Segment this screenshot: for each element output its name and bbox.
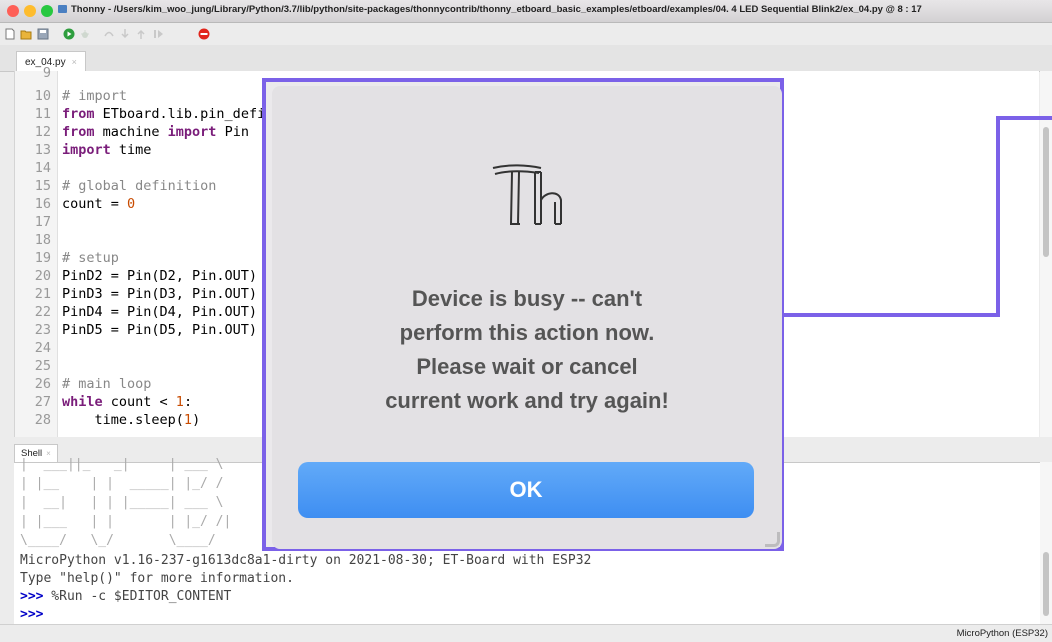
code-line: # main loop: [62, 376, 152, 392]
window-title: Thonny - /Users/kim_woo_jung/Library/Pyt…: [58, 4, 922, 15]
minimize-window-button[interactable]: [24, 5, 36, 17]
close-tab-icon[interactable]: ×: [72, 57, 77, 67]
code-line: PinD3 = Pin(D3, Pin.OUT): [62, 286, 258, 302]
line-number-gutter: 9 10 11 12 13 14 15 16 17 18 19 20 21 22…: [15, 65, 58, 437]
code-line: PinD4 = Pin(D4, Pin.OUT): [62, 304, 258, 320]
line-number: 14: [34, 160, 51, 176]
run-icon[interactable]: [63, 28, 75, 40]
code-line: # import: [62, 88, 128, 104]
close-window-button[interactable]: [7, 5, 19, 17]
line-number: 12: [34, 124, 51, 140]
step-into-icon[interactable]: [119, 28, 131, 40]
line-number: 18: [34, 232, 51, 248]
shell-banner-line: | __| | | |_____| ___ \: [20, 495, 224, 510]
line-number: 17: [34, 214, 51, 230]
device-busy-dialog: Device is busy -- can't perform this act…: [272, 86, 782, 549]
editor-tab-bar: ex_04.py ×: [0, 45, 1052, 72]
save-file-icon[interactable]: [37, 28, 49, 40]
zoom-window-button[interactable]: [41, 5, 53, 17]
shell-banner-line: | |___ | | | |_/ /|: [20, 514, 232, 529]
line-number: 25: [34, 358, 51, 374]
resize-grip-icon[interactable]: [765, 532, 780, 547]
line-number: 22: [34, 304, 51, 320]
line-number: 21: [34, 286, 51, 302]
code-line: from machine import Pin: [62, 124, 249, 140]
code-line: PinD5 = Pin(D5, Pin.OUT): [62, 322, 258, 338]
shell-banner-line: | |__ | | _____| |_/ /: [20, 476, 224, 491]
open-file-icon[interactable]: [20, 28, 32, 40]
new-file-icon[interactable]: [4, 28, 16, 40]
code-line: while count < 1:: [62, 394, 193, 410]
line-number: 24: [34, 340, 51, 356]
code-line: PinD2 = Pin(D2, Pin.OUT): [62, 268, 258, 284]
line-number: 15: [34, 178, 51, 194]
debug-icon[interactable]: [79, 28, 91, 40]
callout-line: [996, 116, 1052, 120]
shell-command-line: >>> %Run -c $EDITOR_CONTENT: [20, 589, 232, 604]
shell-scrollbar[interactable]: [1040, 462, 1052, 624]
code-line: # setup: [62, 250, 119, 266]
thonny-logo-icon: [492, 164, 562, 225]
line-number: 27: [34, 394, 51, 410]
editor-scroll-thumb[interactable]: [1043, 127, 1049, 257]
code-line: import time: [62, 142, 152, 158]
callout-line: [996, 116, 1000, 317]
step-out-icon[interactable]: [135, 28, 147, 40]
line-number: 10: [34, 88, 51, 104]
code-line: time.sleep(1): [62, 412, 201, 428]
shell-banner-line: | ___||_ _| | ___ \: [20, 457, 224, 472]
line-number: 26: [34, 376, 51, 392]
line-number: 19: [34, 250, 51, 266]
line-number: 20: [34, 268, 51, 284]
shell-input-line[interactable]: >>>: [20, 607, 43, 622]
dialog-message: Device is busy -- can't perform this act…: [385, 286, 669, 413]
shell-scroll-thumb[interactable]: [1043, 552, 1049, 616]
dialog-highlight-frame: Device is busy -- can't perform this act…: [262, 78, 784, 551]
code-line: # global definition: [62, 178, 217, 194]
ok-button[interactable]: OK: [298, 462, 754, 518]
line-number: 9: [42, 65, 51, 81]
toolbar: [0, 23, 1052, 45]
stop-icon[interactable]: [198, 28, 210, 40]
shell-info-line: MicroPython v1.16-237-g1613dc8a1-dirty o…: [20, 553, 592, 568]
backend-label[interactable]: MicroPython (ESP32): [957, 628, 1048, 639]
code-line: from ETboard.lib.pin_defi: [62, 106, 266, 122]
step-over-icon[interactable]: [103, 28, 115, 40]
callout-line: [784, 313, 1000, 317]
thonny-logo: [479, 138, 575, 234]
shell-help-line: Type "help()" for more information.: [20, 571, 294, 586]
status-bar: MicroPython (ESP32): [0, 624, 1052, 642]
code-line: count = 0: [62, 196, 136, 212]
document-icon: [58, 5, 67, 13]
line-number: 11: [34, 106, 51, 122]
resume-icon[interactable]: [152, 28, 164, 40]
line-number: 13: [34, 142, 51, 158]
shell-banner-line: \____/ \_/ \____/: [20, 533, 216, 548]
line-number: 28: [34, 412, 51, 428]
line-number: 16: [34, 196, 51, 212]
title-bar: Thonny - /Users/kim_woo_jung/Library/Pyt…: [0, 0, 1052, 23]
editor-scrollbar[interactable]: [1040, 71, 1052, 437]
line-number: 23: [34, 322, 51, 338]
